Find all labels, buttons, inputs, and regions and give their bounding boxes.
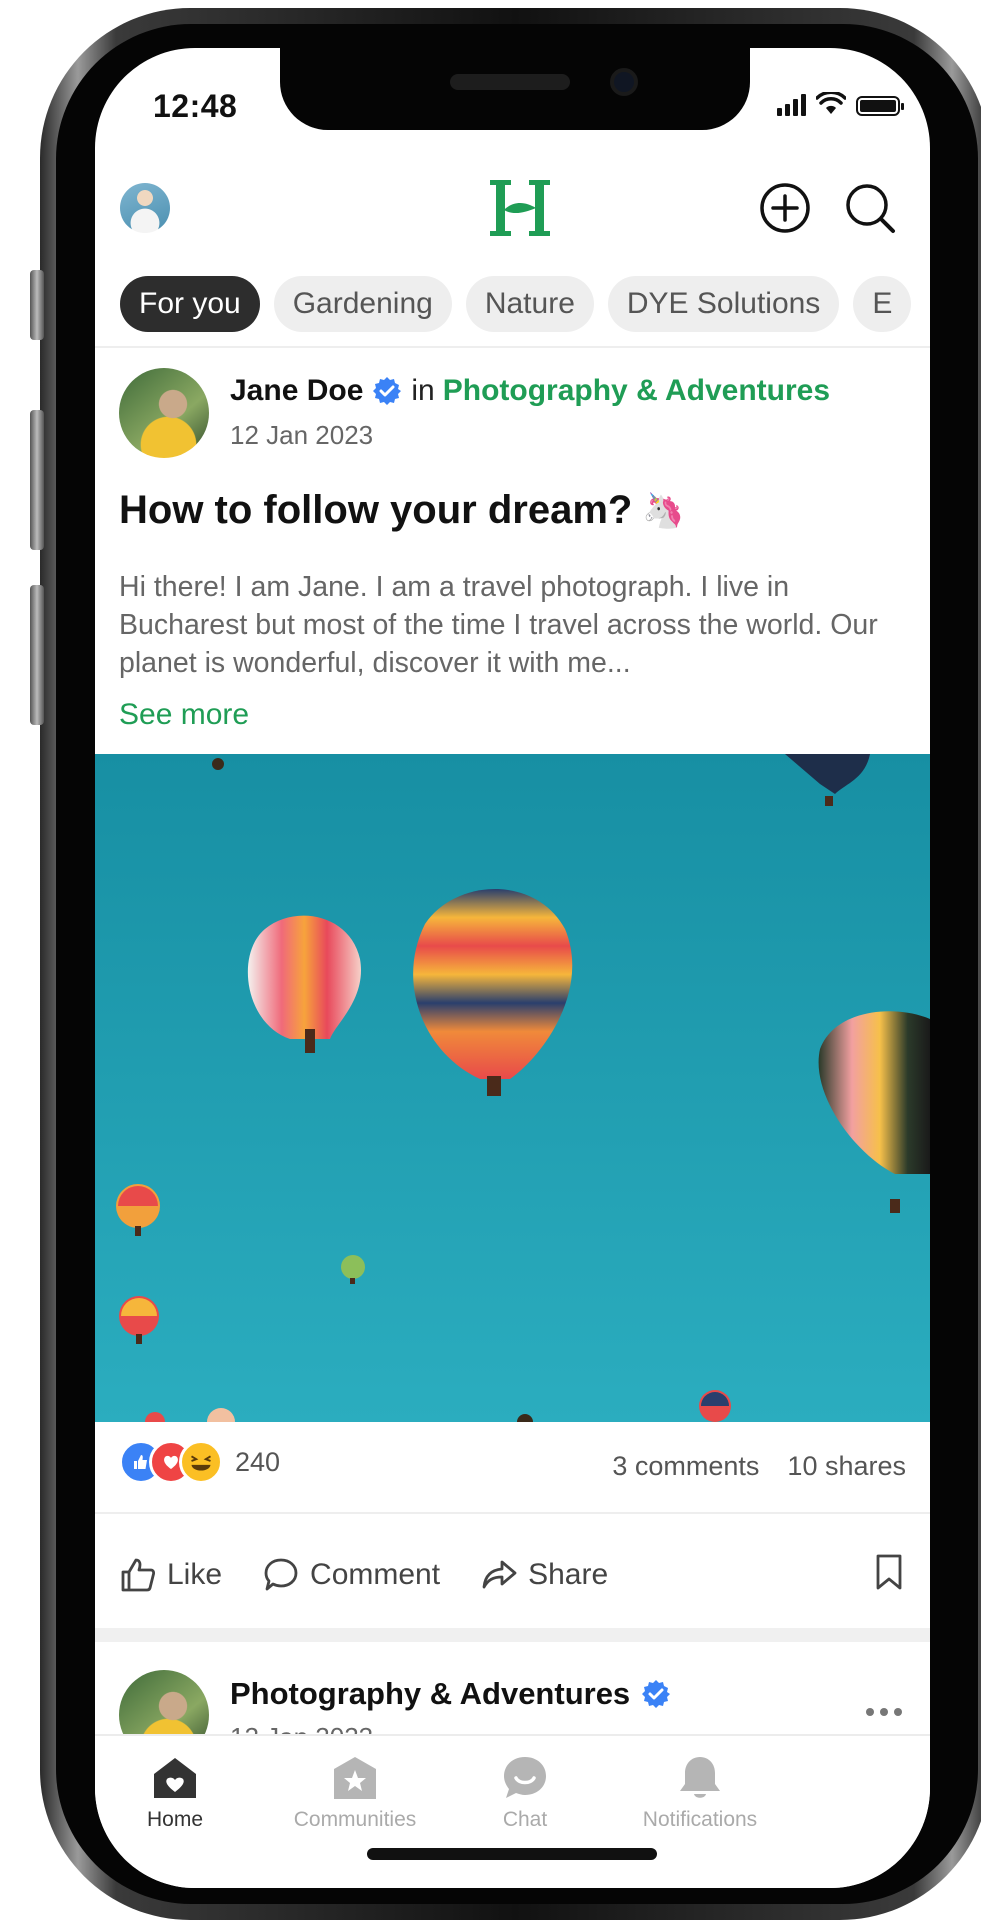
post-title-text: How to follow your dream?	[119, 488, 633, 532]
post-body: Hi there! I am Jane. I am a travel photo…	[119, 571, 878, 679]
cellular-signal-icon	[777, 94, 806, 116]
shares-count[interactable]: 10 shares	[787, 1451, 906, 1482]
see-more-link[interactable]: See more	[119, 698, 249, 732]
in-label: in	[411, 374, 435, 407]
post-meta: Jane Doe in Photography & Adventures	[230, 374, 830, 408]
next-post-community-name: Photography & Adventures	[230, 1676, 631, 1711]
more-options-button[interactable]	[866, 1708, 902, 1716]
wifi-icon	[816, 92, 846, 114]
front-camera	[610, 68, 638, 96]
verified-badge-icon	[642, 1680, 671, 1708]
post-date: 12 Jan 2023	[230, 420, 374, 450]
home-icon	[154, 1758, 196, 1798]
unicorn-emoji: 🦄	[642, 491, 685, 530]
haha-reaction-icon	[179, 1440, 223, 1484]
share-label: Share	[528, 1557, 609, 1591]
chat-icon	[504, 1757, 546, 1798]
bottom-tab-bar: Home Communities Chat Notifications	[95, 1734, 930, 1888]
comment-bubble-icon	[264, 1558, 298, 1590]
tab-chat-label: Chat	[502, 1808, 548, 1831]
comment-button[interactable]: Comment	[262, 1556, 440, 1594]
tab-home-label: Home	[146, 1808, 204, 1831]
comment-label: Comment	[310, 1557, 441, 1591]
tab-communities[interactable]: Communities	[275, 1754, 435, 1832]
app-logo[interactable]	[490, 176, 550, 240]
bell-icon	[680, 1757, 720, 1798]
post-title[interactable]: How to follow your dream? 🦄	[119, 488, 685, 533]
search-button[interactable]	[840, 178, 900, 238]
verified-badge-icon	[373, 377, 402, 405]
speaker-grille	[450, 74, 570, 90]
tab-notifications-label: Notifications	[642, 1808, 758, 1831]
post-stats: 3 comments 10 shares	[612, 1451, 906, 1482]
chip-dye-solutions[interactable]: DYE Solutions	[607, 276, 840, 332]
chip-gardening[interactable]: Gardening	[273, 276, 452, 332]
chips-divider	[95, 346, 930, 348]
like-label: Like	[167, 1557, 223, 1591]
post-image-hot-air-balloons[interactable]	[95, 754, 930, 1422]
community-link[interactable]: Photography & Adventures	[443, 374, 830, 408]
volume-up-button	[30, 410, 44, 550]
chip-partial[interactable]: E	[853, 276, 912, 332]
tab-chat[interactable]: Chat	[445, 1754, 605, 1832]
next-post-title[interactable]: Photography & Adventures	[230, 1676, 672, 1712]
home-indicator[interactable]	[367, 1848, 657, 1860]
chip-nature[interactable]: Nature	[465, 276, 594, 332]
bookmark-icon	[876, 1554, 902, 1590]
topic-filter-chips: For you Gardening Nature DYE Solutions E	[120, 276, 912, 332]
tab-home[interactable]: Home	[95, 1754, 255, 1832]
author-name[interactable]: Jane Doe	[230, 374, 363, 408]
create-post-button[interactable]	[755, 178, 815, 238]
reactions-summary[interactable]: 240	[119, 1440, 280, 1484]
reactions-divider	[95, 1512, 930, 1514]
share-button[interactable]: Share	[480, 1556, 608, 1594]
communities-icon	[334, 1757, 376, 1799]
post-separator	[95, 1628, 930, 1642]
mute-switch	[30, 270, 44, 340]
tab-notifications[interactable]: Notifications	[620, 1754, 780, 1832]
bookmark-button[interactable]	[872, 1553, 906, 1596]
status-time: 12:48	[153, 88, 238, 124]
battery-icon	[856, 96, 904, 116]
reaction-count: 240	[235, 1446, 281, 1477]
volume-down-button	[30, 585, 44, 725]
share-arrow-icon	[482, 1560, 517, 1588]
author-avatar[interactable]	[119, 368, 209, 458]
status-icons	[777, 92, 904, 116]
search-icon	[846, 184, 895, 233]
plus-circle-icon	[760, 183, 810, 233]
comments-count[interactable]: 3 comments	[612, 1451, 759, 1482]
profile-avatar[interactable]	[120, 183, 170, 233]
post-actions: Like Comment Share	[119, 1553, 906, 1596]
thumbs-up-icon	[121, 1558, 156, 1591]
tab-communities-label: Communities	[293, 1808, 417, 1831]
chip-for-you[interactable]: For you	[120, 276, 260, 332]
like-button[interactable]: Like	[119, 1556, 222, 1594]
phone-screen: 12:48 For you Gardening Nature DYE Solut…	[95, 48, 930, 1888]
more-dots-icon	[866, 1708, 874, 1716]
notch	[280, 48, 750, 130]
